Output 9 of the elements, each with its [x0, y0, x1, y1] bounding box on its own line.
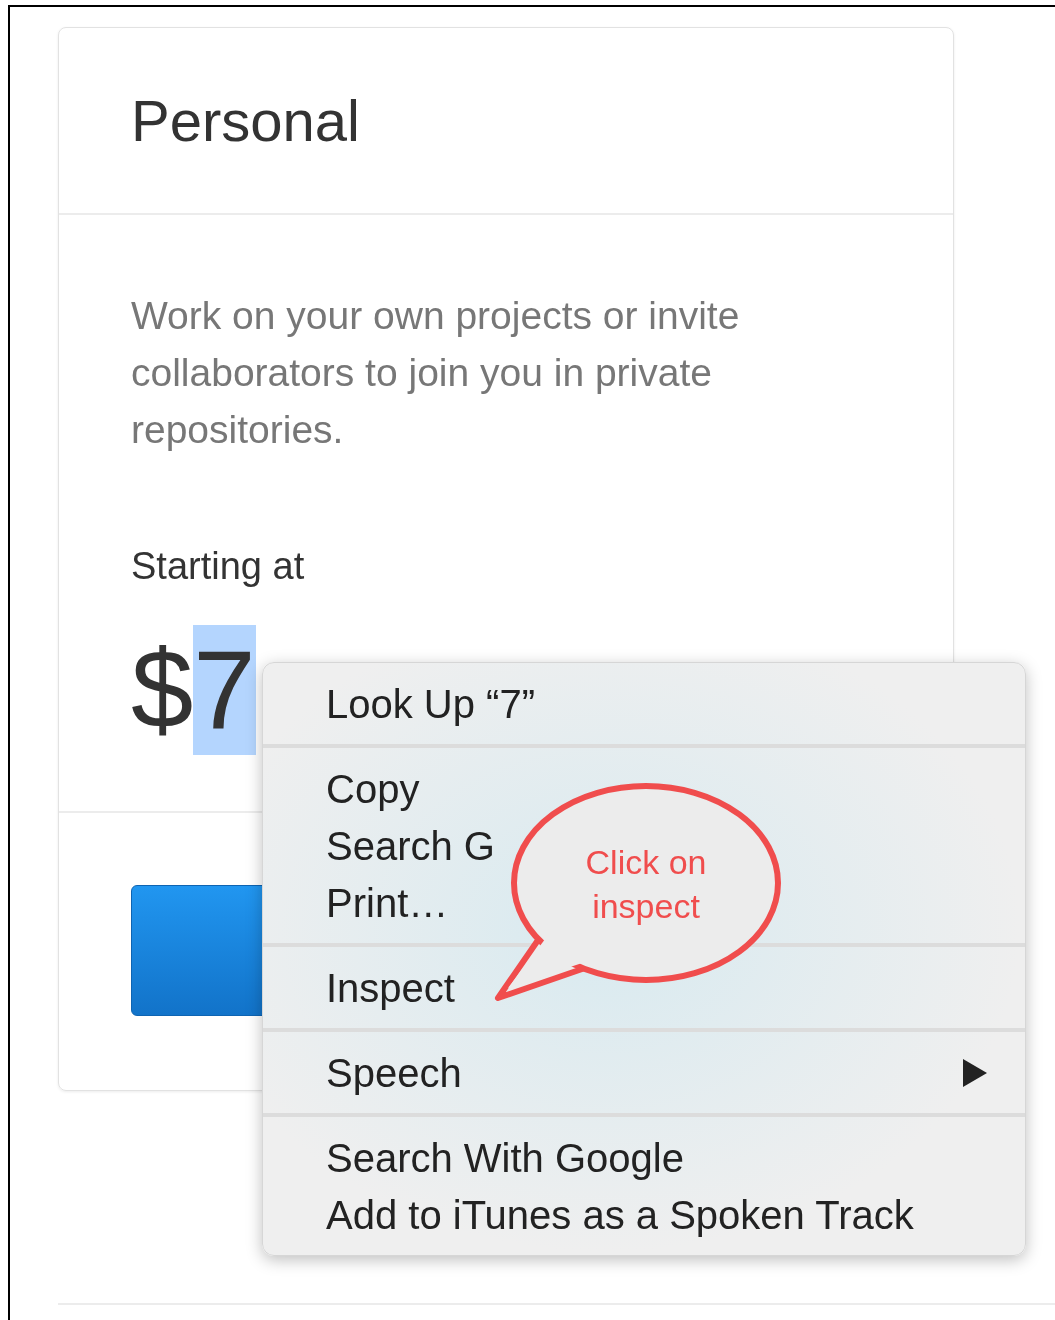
menu-item[interactable]: Inspect	[326, 957, 455, 1018]
menu-item[interactable]: Speech	[326, 1042, 462, 1103]
currency-symbol: $	[131, 626, 194, 754]
price-amount: 7	[193, 625, 256, 755]
callout-text: Click on inspect	[584, 842, 708, 927]
menu-item[interactable]: Look Up “7”	[326, 673, 535, 734]
card-title: Personal	[131, 87, 360, 155]
price-label: Starting at	[131, 544, 305, 589]
plan-description: Work on your own projects or invite collaborators to join you in private repositories.	[131, 293, 741, 453]
